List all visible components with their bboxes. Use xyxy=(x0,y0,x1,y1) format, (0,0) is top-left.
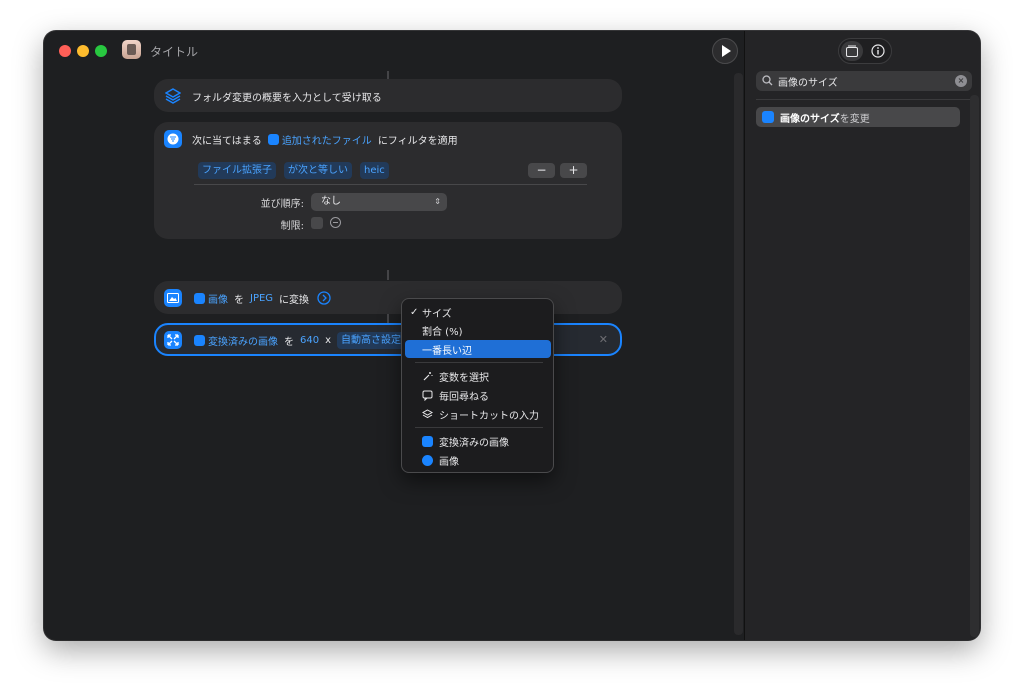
action-label: フォルダ変更の概要を入力として受け取る xyxy=(192,92,382,104)
height-mode-dropdown: ✓ サイズ 割合 (%) 一番長い辺 変数を選択 毎回尋ねる ショートカットの入… xyxy=(401,298,554,473)
canvas-scrollbar[interactable] xyxy=(734,73,743,635)
filter-operator-token[interactable]: が次と等しい xyxy=(284,162,352,179)
image-variable-icon xyxy=(194,334,205,346)
remove-filter-button[interactable]: − xyxy=(528,163,555,178)
sort-order-label: 並び順序: xyxy=(260,199,304,210)
folder-variable-icon xyxy=(267,133,279,145)
action-filter-files[interactable]: 次に当てはまる 追加されたファイル にフィルタを適用 ファイル拡張子 が次と等し… xyxy=(154,122,622,239)
action-receive-folder-changes[interactable]: フォルダ変更の概要を入力として受け取る xyxy=(154,79,622,112)
updown-chevron-icon: ⇕ xyxy=(434,197,441,206)
limit-checkbox[interactable] xyxy=(311,217,323,229)
add-filter-button[interactable]: + xyxy=(560,163,587,178)
filter-property-token[interactable]: ファイル拡張子 xyxy=(198,162,276,179)
play-icon xyxy=(722,45,731,57)
format-jpeg-token[interactable]: JPEG xyxy=(250,293,273,304)
result-rest-text: を変更 xyxy=(839,113,870,125)
editor-canvas: フォルダ変更の概要を入力として受け取る 次に当てはまる 追加されたファイル にフ… xyxy=(44,71,744,640)
connector-line xyxy=(387,270,389,280)
filter-variable-icon xyxy=(422,454,433,466)
limit-minus-circle-icon[interactable] xyxy=(330,217,341,228)
sidebar-segmented-control xyxy=(838,38,892,64)
action-prefix: 次に当てはまる xyxy=(192,135,262,147)
filter-value-token[interactable]: heic xyxy=(360,162,389,179)
height-token[interactable]: 自動高さ設定 xyxy=(337,331,406,349)
info-tab[interactable] xyxy=(867,41,889,61)
shortcut-title[interactable]: タイトル xyxy=(150,43,198,60)
particle-wo: を xyxy=(284,336,294,348)
menu-item-shortcut-input[interactable]: ショートカットの入力 xyxy=(405,405,551,423)
variable-added-files[interactable]: 追加されたファイル xyxy=(267,132,372,147)
search-result-resize-image[interactable]: 画像のサイズ を変更 xyxy=(756,107,960,127)
shortcut-app-icon[interactable] xyxy=(122,40,141,59)
menu-item-size[interactable]: ✓ サイズ xyxy=(405,303,551,321)
library-tab[interactable] xyxy=(841,41,863,61)
layers-icon xyxy=(422,408,433,420)
menu-item-percent[interactable]: 割合 (%) xyxy=(405,321,551,339)
search-icon xyxy=(762,75,773,86)
limit-label: 制限: xyxy=(280,221,304,232)
action-suffix: にフィルタを適用 xyxy=(377,135,458,147)
image-variable-icon xyxy=(422,435,433,447)
menu-separator xyxy=(415,362,543,363)
checkmark-icon: ✓ xyxy=(410,306,419,318)
action-search-field[interactable]: × xyxy=(756,71,972,91)
menu-item-longest-edge[interactable]: 一番長い辺 xyxy=(405,340,551,358)
resize-icon xyxy=(164,331,182,349)
image-variable-icon xyxy=(194,292,205,304)
connector-line xyxy=(387,71,389,79)
filter-icon xyxy=(164,130,182,148)
width-token[interactable]: 640 xyxy=(300,335,319,346)
speech-bubble-icon xyxy=(422,390,433,401)
search-input[interactable] xyxy=(778,71,948,91)
sidebar-divider xyxy=(756,99,972,100)
connector-line xyxy=(387,313,389,323)
layers-icon xyxy=(164,87,182,105)
clear-search-icon[interactable]: × xyxy=(955,75,967,87)
menu-separator xyxy=(415,427,543,428)
variable-converted-image[interactable]: 変換済みの画像 xyxy=(194,333,278,348)
menu-item-ask-each-time[interactable]: 毎回尋ねる xyxy=(405,386,551,404)
close-window-button[interactable] xyxy=(59,45,71,57)
result-match-text: 画像のサイズ xyxy=(780,113,840,125)
resize-action-icon xyxy=(762,111,774,123)
run-button[interactable] xyxy=(712,38,738,64)
zoom-window-button[interactable] xyxy=(95,45,107,57)
action-suffix: に変換 xyxy=(279,294,310,306)
minimize-window-button[interactable] xyxy=(77,45,89,57)
magic-wand-icon xyxy=(422,371,433,382)
sidebar-scrollbar[interactable] xyxy=(970,95,979,637)
expand-chevron-icon[interactable] xyxy=(317,291,331,305)
variable-image[interactable]: 画像 xyxy=(194,291,228,306)
menu-item-select-variable[interactable]: 変数を選択 xyxy=(405,367,551,385)
menu-item-converted-image[interactable]: 変換済みの画像 xyxy=(405,432,551,450)
library-icon xyxy=(846,45,858,57)
sort-order-select[interactable]: なし ⇕ xyxy=(311,193,447,211)
action-library-sidebar: × 画像のサイズを変更 xyxy=(744,31,980,640)
menu-item-image[interactable]: 画像 xyxy=(405,451,551,469)
times-label: x xyxy=(325,334,332,346)
filter-divider xyxy=(194,184,587,185)
image-icon xyxy=(164,289,182,307)
close-icon[interactable]: ✕ xyxy=(599,333,608,346)
particle-wo: を xyxy=(234,294,244,306)
info-icon xyxy=(871,44,885,58)
